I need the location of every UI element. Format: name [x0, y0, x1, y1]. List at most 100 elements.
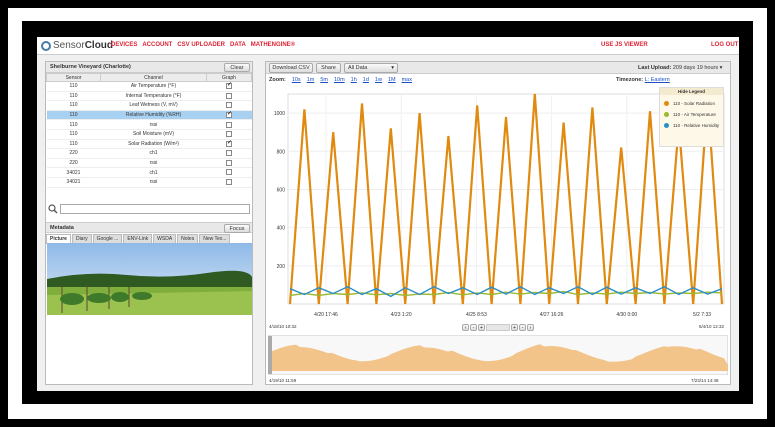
- legend-item-air[interactable]: 110 - Air Temperature: [664, 112, 723, 117]
- sensor-id: 34021: [46, 167, 101, 178]
- x-tick-label: 5/2 7:33: [693, 312, 711, 318]
- graph-checkbox[interactable]: [226, 131, 232, 138]
- table-row[interactable]: 110 Relative Humidity (%RH): [46, 110, 252, 121]
- main-nav: DEVICES ACCOUNT CSV UPLOADER DATA MATHEN…: [111, 42, 295, 48]
- data-filter-select[interactable]: All Data ▾: [344, 63, 398, 73]
- nav-data[interactable]: DATA: [230, 42, 246, 48]
- nav-csv-uploader[interactable]: CSV UPLOADER: [177, 42, 225, 48]
- y-tick-label: 1000: [274, 111, 285, 117]
- table-row[interactable]: 110 Air Temperature (°F): [46, 81, 252, 92]
- x-tick-label: 4/20 17:46: [314, 312, 338, 318]
- legend-dot-air: [664, 112, 669, 117]
- table-row[interactable]: 34021 rssi: [46, 177, 252, 188]
- graph-cell: [206, 177, 252, 188]
- nav-end: 7/23/14 14:48: [691, 378, 719, 383]
- col-sensor[interactable]: Sensor: [46, 73, 101, 82]
- nav-mathengine[interactable]: MATHENGINE®: [251, 42, 295, 48]
- navigator-chart[interactable]: [268, 335, 728, 375]
- logo: Sensor Cloud: [41, 40, 113, 51]
- focus-button[interactable]: Focus: [224, 224, 250, 233]
- graph-panel: Download CSV Share All Data ▾ Last Uploa…: [265, 61, 731, 385]
- graph-checkbox[interactable]: [226, 159, 232, 166]
- graph-checkbox[interactable]: [226, 121, 232, 128]
- y-tick-label: 400: [277, 226, 286, 232]
- zoom-out-right-button[interactable]: -: [519, 324, 526, 331]
- zoom-1w[interactable]: 1w: [375, 77, 382, 83]
- col-channel[interactable]: Channel: [100, 73, 207, 82]
- download-csv-button[interactable]: Download CSV: [269, 63, 313, 73]
- zoom-5m[interactable]: 5m: [320, 77, 328, 83]
- logo-text: Sensor: [53, 40, 85, 51]
- legend-item-humidity[interactable]: 110 - Relative Humidity: [664, 123, 723, 128]
- x-tick-label: 4/30 0:00: [616, 312, 637, 318]
- table-row[interactable]: 110 Internal Temperature (°F): [46, 91, 252, 102]
- table-row[interactable]: 34021 ch1: [46, 167, 252, 178]
- navigator-handle-left[interactable]: [268, 336, 272, 374]
- vineyard-photo: [47, 243, 252, 315]
- last-upload-value: 209 days 19 hours: [672, 65, 719, 71]
- logout-link[interactable]: LOG OUT: [711, 42, 738, 48]
- channel-name: ch1: [100, 167, 207, 178]
- top-bar: Sensor Cloud DEVICES ACCOUNT CSV UPLOADER…: [37, 37, 739, 55]
- metadata-title: Metadata: [50, 225, 74, 231]
- zoom-10s[interactable]: 10s: [292, 77, 301, 83]
- graph-checkbox[interactable]: [226, 102, 232, 109]
- graph-checkbox[interactable]: [226, 81, 232, 90]
- table-row[interactable]: 110 Leaf Wetness (V, mV): [46, 100, 252, 111]
- legend-label-air: 110 - Air Temperature: [673, 112, 716, 117]
- legend-dot-humidity: [664, 123, 669, 128]
- zoom-in-button[interactable]: +: [478, 324, 485, 331]
- graph-checkbox[interactable]: [226, 110, 232, 118]
- nav-devices[interactable]: DEVICES: [111, 42, 137, 48]
- hide-legend-button[interactable]: Hide Legend: [660, 88, 723, 95]
- pan-left-button[interactable]: ‹: [462, 324, 469, 331]
- range-start: 4/18/10 10:32: [269, 324, 297, 329]
- sensorcloud-logo-icon: [41, 40, 51, 51]
- zoom-1M[interactable]: 1M: [388, 77, 396, 83]
- legend-item-solar[interactable]: 110 - Solar Radiation: [664, 101, 723, 106]
- graph-cell: [206, 81, 252, 92]
- zoom-1d[interactable]: 1d: [363, 77, 369, 83]
- logo-bold: Cloud: [84, 40, 114, 51]
- sensor-panel: Shelburne Vineyard (Charlotte) Clear Sen…: [45, 61, 253, 385]
- timezone-link[interactable]: L: Eastern: [645, 77, 670, 83]
- sensor-id: 34021: [46, 177, 101, 188]
- graph-checkbox[interactable]: [226, 150, 232, 157]
- clear-button[interactable]: Clear: [224, 63, 250, 72]
- table-row[interactable]: 110 Solar Radiation (W/m²): [46, 139, 252, 150]
- zoom-track[interactable]: [486, 324, 510, 331]
- zoom-1h[interactable]: 1h: [351, 77, 357, 83]
- graph-checkbox[interactable]: [226, 139, 232, 147]
- x-tick-label: 4/25 8:53: [466, 312, 487, 318]
- nav-account[interactable]: ACCOUNT: [142, 42, 172, 48]
- share-button[interactable]: Share: [316, 63, 341, 73]
- chevron-down-icon[interactable]: ▾: [720, 65, 723, 71]
- channel-name: ch1: [100, 148, 207, 159]
- graph-cell: [206, 91, 252, 102]
- graph-cell: [206, 148, 252, 159]
- table-row[interactable]: 220 rssi: [46, 158, 252, 169]
- js-viewer-link[interactable]: USE JS VIEWER: [601, 42, 648, 48]
- graph-checkbox[interactable]: [226, 92, 232, 99]
- zoom-in-right-button[interactable]: +: [511, 324, 518, 331]
- zoom-10m[interactable]: 10m: [334, 77, 345, 83]
- graph-checkbox[interactable]: [226, 179, 232, 186]
- zoom-out-button[interactable]: -: [470, 324, 477, 331]
- search-input[interactable]: [60, 204, 250, 214]
- graph-cell: [206, 110, 252, 121]
- pan-right-button[interactable]: ›: [527, 324, 534, 331]
- zoom-max[interactable]: max: [402, 77, 412, 83]
- data-filter-value: All Data: [348, 65, 368, 71]
- sensor-id: 110: [46, 100, 101, 111]
- graph-checkbox[interactable]: [226, 169, 232, 176]
- graph-cell: [206, 119, 252, 130]
- chevron-down-icon: ▾: [391, 65, 394, 71]
- y-tick-label: 800: [277, 149, 286, 155]
- graph-cell: [206, 158, 252, 169]
- sensor-id: 110: [46, 129, 101, 140]
- chart-legend: Hide Legend 110 - Solar Radiation 110 - …: [659, 87, 724, 147]
- zoom-1m[interactable]: 1m: [307, 77, 315, 83]
- table-row[interactable]: 110 rssi: [46, 119, 252, 130]
- table-row[interactable]: 110 Soil Moisture (mV): [46, 129, 252, 140]
- table-row[interactable]: 220 ch1: [46, 148, 252, 159]
